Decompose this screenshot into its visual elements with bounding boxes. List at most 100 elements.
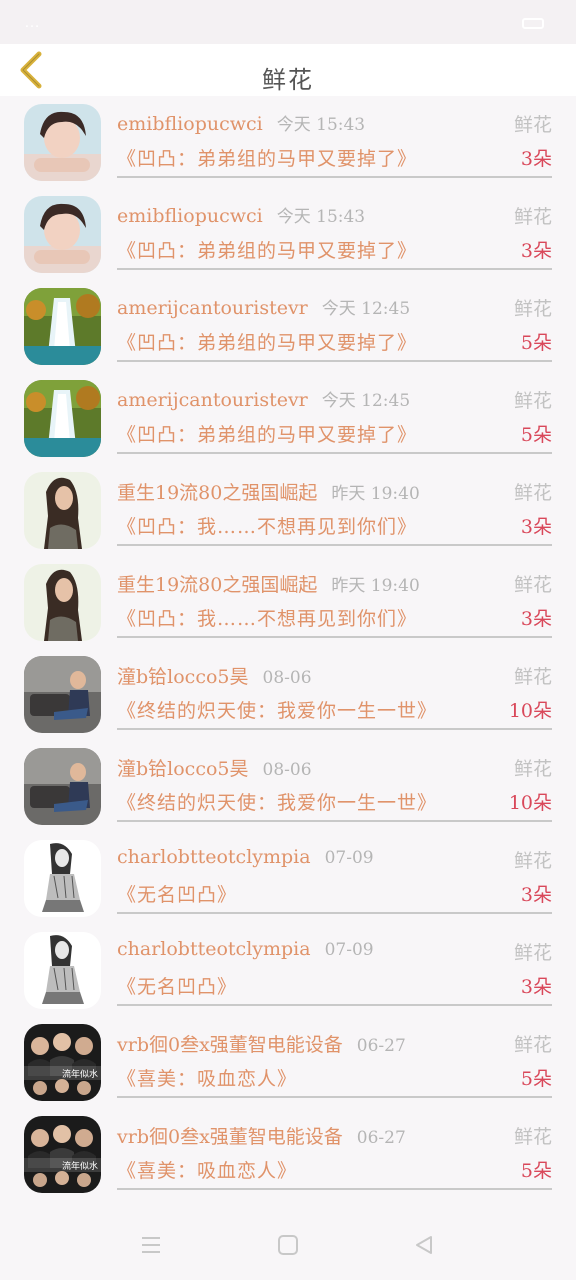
row-detail: 《终结的炽天使：我爱你一生一世》 10朵 bbox=[117, 788, 552, 822]
avatar[interactable] bbox=[24, 656, 101, 733]
gift-count: 5朵 bbox=[520, 1160, 552, 1182]
gift-count: 5朵 bbox=[520, 1068, 552, 1090]
book-title[interactable]: 《无名凹凸》 bbox=[117, 976, 237, 998]
gift-count: 3朵 bbox=[520, 976, 552, 998]
timestamp: 昨天 19:40 bbox=[331, 576, 420, 596]
timestamp: 今天 12:45 bbox=[321, 299, 411, 319]
row-header: emibfliopucwci 今天 15:43 鲜花 bbox=[117, 202, 552, 230]
username[interactable]: charlobtteotclympia bbox=[117, 846, 311, 868]
list-item[interactable]: 重生19流80之强国崛起 昨天 19:40 鲜花《凹凸：我……不想再见到你们》 3朵 bbox=[0, 464, 576, 556]
gift-count: 3朵 bbox=[520, 884, 552, 906]
timestamp: 今天 12:45 bbox=[321, 391, 411, 411]
username[interactable]: emibfliopucwci bbox=[117, 205, 263, 227]
gift-type: 鲜花 bbox=[513, 390, 552, 412]
avatar[interactable] bbox=[24, 196, 101, 273]
gift-type: 鲜花 bbox=[513, 666, 552, 688]
username[interactable]: vrb徊0叁x强董智电能设备 bbox=[117, 1126, 343, 1148]
list-item[interactable]: 流年似水 vrb徊0叁x强董智电能设备 06-27 鲜花 《喜美：吸血恋人》 5朵 bbox=[0, 1108, 576, 1200]
row-header: charlobtteotclympia 07-09 鲜花 bbox=[117, 846, 552, 874]
gift-type: 鲜花 bbox=[513, 482, 552, 504]
row-header: amerijcantouristevr 今天 12:45 鲜花 bbox=[117, 386, 552, 414]
book-title[interactable]: 《凹凸：弟弟组的马甲又要掉了》 bbox=[117, 424, 417, 446]
list-item[interactable]: 流年似水 vrb徊0叁x强董智电能设备 06-27 鲜花 《喜美：吸血恋人》 5朵 bbox=[0, 1016, 576, 1108]
book-title[interactable]: 《凹凸：弟弟组的马甲又要掉了》 bbox=[117, 148, 417, 170]
row-header: 潼b铪locco5昊 08-06 鲜花 bbox=[117, 662, 552, 690]
timestamp: 昨天 19:40 bbox=[331, 484, 420, 504]
timestamp: 06-27 bbox=[356, 1036, 406, 1056]
book-title[interactable]: 《喜美：吸血恋人》 bbox=[117, 1160, 297, 1182]
row-detail: 《凹凸：弟弟组的马甲又要掉了》 5朵 bbox=[117, 420, 552, 454]
row-header: amerijcantouristevr 今天 12:45 鲜花 bbox=[117, 294, 552, 322]
username[interactable]: 潼b铪locco5昊 bbox=[117, 666, 249, 688]
row-detail: 《喜美：吸血恋人》 5朵 bbox=[117, 1156, 552, 1190]
avatar[interactable]: 流年似水 bbox=[24, 1116, 101, 1193]
timestamp: 今天 15:43 bbox=[276, 115, 366, 135]
menu-button[interactable] bbox=[138, 1232, 164, 1258]
gift-type: 鲜花 bbox=[513, 850, 552, 872]
username[interactable]: emibfliopucwci bbox=[117, 113, 263, 135]
list-item[interactable]: charlobtteotclympia 07-09 鲜花 《无名凹凸》 3朵 bbox=[0, 924, 576, 1016]
list-item[interactable]: emibfliopucwci 今天 15:43 鲜花《凹凸：弟弟组的马甲又要掉了》 3… bbox=[0, 188, 576, 280]
gift-count: 3朵 bbox=[520, 608, 552, 630]
gift-count: 3朵 bbox=[520, 516, 552, 538]
timestamp: 08-06 bbox=[262, 668, 312, 688]
row-detail: 《凹凸：我……不想再见到你们》 3朵 bbox=[117, 512, 552, 546]
avatar[interactable] bbox=[24, 840, 101, 917]
gift-type: 鲜花 bbox=[513, 574, 552, 596]
book-title[interactable]: 《喜美：吸血恋人》 bbox=[117, 1068, 297, 1090]
book-title[interactable]: 《凹凸：弟弟组的马甲又要掉了》 bbox=[117, 332, 417, 354]
list-item[interactable]: 潼b铪locco5昊 08-06 鲜花《终结的炽天使：我爱你一生一世》 10朵 bbox=[0, 648, 576, 740]
avatar[interactable] bbox=[24, 748, 101, 825]
avatar[interactable] bbox=[24, 564, 101, 641]
book-title[interactable]: 《终结的炽天使：我爱你一生一世》 bbox=[117, 792, 437, 814]
timestamp: 08-06 bbox=[262, 760, 312, 780]
book-title[interactable]: 《凹凸：我……不想再见到你们》 bbox=[117, 608, 417, 630]
home-square-icon bbox=[278, 1235, 298, 1255]
gift-type: 鲜花 bbox=[513, 758, 552, 780]
book-title[interactable]: 《凹凸：弟弟组的马甲又要掉了》 bbox=[117, 240, 417, 262]
row-header: charlobtteotclympia 07-09 鲜花 bbox=[117, 938, 552, 966]
list-item[interactable]: emibfliopucwci 今天 15:43 鲜花 《凹凸：弟弟组的马甲又要掉了》 3… bbox=[0, 96, 576, 188]
gift-count: 3朵 bbox=[520, 148, 552, 170]
book-title[interactable]: 《无名凹凸》 bbox=[117, 884, 237, 906]
username[interactable]: 重生19流80之强国崛起 bbox=[117, 482, 317, 504]
row-header: 重生19流80之强国崛起 昨天 19:40 鲜花 bbox=[117, 478, 552, 506]
row-detail: 《喜美：吸血恋人》 5朵 bbox=[117, 1064, 552, 1098]
row-header: 重生19流80之强国崛起 昨天 19:40 鲜花 bbox=[117, 570, 552, 598]
avatar[interactable] bbox=[24, 380, 101, 457]
row-detail: 《凹凸：我……不想再见到你们》 3朵 bbox=[117, 604, 552, 638]
system-back-button[interactable] bbox=[411, 1232, 437, 1258]
home-button[interactable] bbox=[275, 1232, 301, 1258]
username[interactable]: amerijcantouristevr bbox=[117, 297, 308, 319]
book-title[interactable]: 《凹凸：我……不想再见到你们》 bbox=[117, 516, 417, 538]
gift-count: 3朵 bbox=[520, 240, 552, 262]
row-detail: 《终结的炽天使：我爱你一生一世》 10朵 bbox=[117, 696, 552, 730]
avatar[interactable]: 流年似水 bbox=[24, 1024, 101, 1101]
avatar[interactable] bbox=[24, 288, 101, 365]
username[interactable]: 潼b铪locco5昊 bbox=[117, 758, 249, 780]
list-item[interactable]: charlobtteotclympia 07-09 鲜花《无名凹凸》 3朵 bbox=[0, 832, 576, 924]
row-detail: 《凹凸：弟弟组的马甲又要掉了》 3朵 bbox=[117, 236, 552, 270]
svg-text:流年似水: 流年似水 bbox=[62, 1160, 98, 1172]
username[interactable]: amerijcantouristevr bbox=[117, 389, 308, 411]
gift-count: 5朵 bbox=[520, 332, 552, 354]
svg-text:流年似水: 流年似水 bbox=[62, 1068, 98, 1080]
username[interactable]: 重生19流80之强国崛起 bbox=[117, 574, 317, 596]
gift-count: 10朵 bbox=[508, 700, 552, 722]
timestamp: 06-27 bbox=[356, 1128, 406, 1148]
timestamp: 07-09 bbox=[324, 940, 374, 960]
list-item[interactable]: 重生19流80之强国崛起 昨天 19:40 鲜花《凹凸：我……不想再见到你们》 3朵 bbox=[0, 556, 576, 648]
avatar[interactable] bbox=[24, 932, 101, 1009]
list-item[interactable]: amerijcantouristevr 今天 12:45 鲜花《凹凸：弟弟组的马甲又… bbox=[0, 372, 576, 464]
username[interactable]: vrb徊0叁x强董智电能设备 bbox=[117, 1034, 343, 1056]
list-item[interactable]: 潼b铪locco5昊 08-06 鲜花《终结的炽天使：我爱你一生一世》 10朵 bbox=[0, 740, 576, 832]
flower-gift-list[interactable]: emibfliopucwci 今天 15:43 鲜花 《凹凸：弟弟组的马甲又要掉了》 3… bbox=[0, 96, 576, 1210]
avatar[interactable] bbox=[24, 472, 101, 549]
row-detail: 《无名凹凸》 3朵 bbox=[117, 880, 552, 914]
row-header: emibfliopucwci 今天 15:43 鲜花 bbox=[117, 110, 552, 138]
avatar[interactable] bbox=[24, 104, 101, 181]
list-item[interactable]: amerijcantouristevr 今天 12:45 鲜花 《凹凸：弟弟组的马甲又… bbox=[0, 280, 576, 372]
row-detail: 《凹凸：弟弟组的马甲又要掉了》 5朵 bbox=[117, 328, 552, 362]
username[interactable]: charlobtteotclympia bbox=[117, 938, 311, 960]
book-title[interactable]: 《终结的炽天使：我爱你一生一世》 bbox=[117, 700, 437, 722]
